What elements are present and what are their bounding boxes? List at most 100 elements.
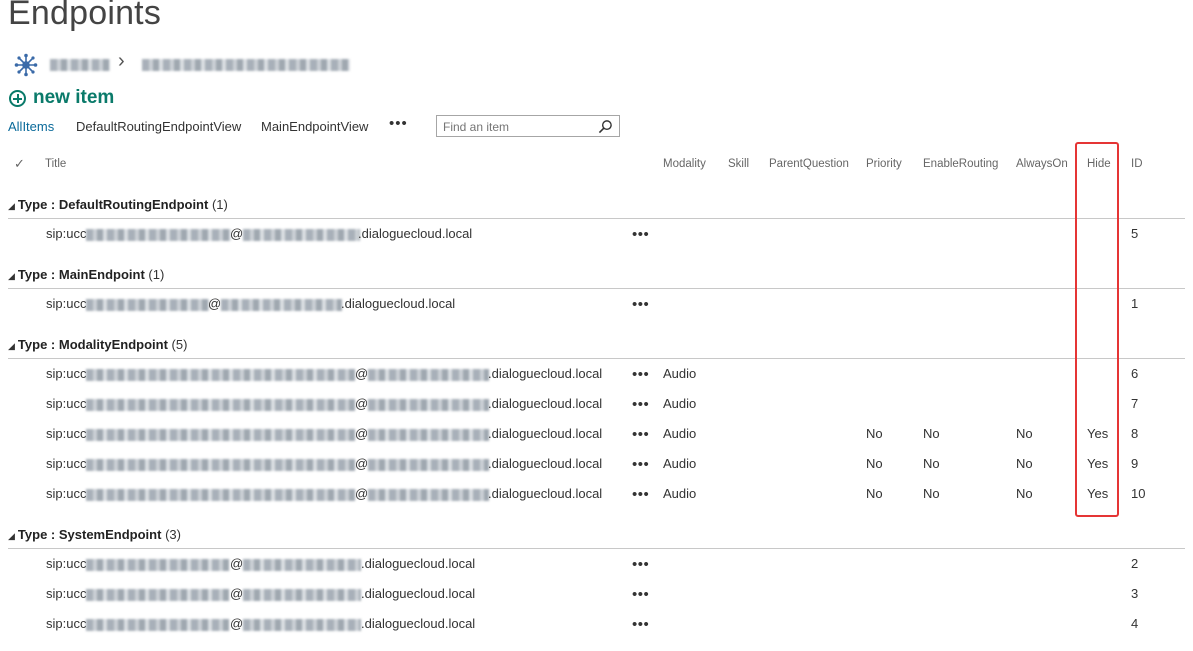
redacted-host — [243, 589, 361, 601]
cell-modality: Audio — [663, 396, 697, 411]
group-count: (1) — [148, 267, 165, 282]
group-label: Type : — [17, 267, 59, 282]
view-all-items[interactable]: AllItems — [8, 119, 54, 134]
redacted-user — [86, 399, 355, 411]
column-header-parent-question[interactable]: ParentQuestion — [769, 158, 849, 170]
domain: .dialoguecloud.local — [488, 486, 603, 501]
row-title[interactable]: sip:ucc — [46, 426, 86, 441]
select-all-checkmark-icon[interactable]: ✓ — [14, 156, 25, 172]
cell-id: 2 — [1131, 556, 1139, 571]
row-actions-button[interactable]: ••• — [632, 426, 649, 443]
group-divider — [8, 218, 1185, 219]
collapse-triangle-icon: ◢ — [8, 341, 15, 351]
at-sign: @ — [355, 426, 369, 441]
sip-prefix: sip:ucc — [46, 486, 87, 501]
at-sign: @ — [208, 296, 222, 311]
group-header-modality[interactable]: ◢ Type : ModalityEndpoint (5) — [8, 337, 187, 352]
redacted-host — [368, 489, 489, 501]
breadcrumb-page-redacted[interactable] — [142, 59, 350, 71]
column-header-id[interactable]: ID — [1131, 158, 1143, 170]
group-header-default-routing[interactable]: ◢ Type : DefaultRoutingEndpoint (1) — [8, 197, 228, 212]
view-main-endpoint[interactable]: MainEndpointView — [261, 119, 368, 134]
group-header-system[interactable]: ◢ Type : SystemEndpoint (3) — [8, 527, 181, 542]
row-title[interactable]: sip:ucc — [46, 586, 86, 601]
group-name: ModalityEndpoint — [58, 337, 168, 352]
group-label: Type : — [17, 527, 59, 542]
page-title: Endpoints — [8, 0, 162, 32]
at-sign: @ — [230, 616, 244, 631]
domain: .dialoguecloud.local — [488, 456, 603, 471]
at-sign: @ — [355, 396, 369, 411]
redacted-host — [368, 459, 489, 471]
cell-id: 7 — [1131, 396, 1139, 411]
row-title[interactable]: sip:ucc — [46, 226, 86, 241]
group-divider — [8, 288, 1185, 289]
redacted-host — [368, 429, 489, 441]
search-input[interactable] — [441, 117, 595, 137]
sip-prefix: sip:ucc — [46, 556, 87, 571]
row-actions-button[interactable]: ••• — [632, 226, 649, 243]
cell-always-on: No — [1016, 456, 1033, 471]
redacted-host — [243, 619, 361, 631]
redacted-user — [86, 489, 355, 501]
cell-enable-routing: No — [923, 456, 940, 471]
row-actions-button[interactable]: ••• — [632, 486, 649, 503]
column-header-title[interactable]: Title — [45, 158, 66, 170]
row-actions-button[interactable]: ••• — [632, 296, 649, 313]
redacted-user — [86, 459, 355, 471]
column-header-always-on[interactable]: AlwaysOn — [1016, 158, 1068, 170]
column-header-priority[interactable]: Priority — [866, 158, 902, 170]
cell-id: 6 — [1131, 366, 1139, 381]
domain: .dialoguecloud.local — [361, 556, 476, 571]
at-sign: @ — [355, 486, 369, 501]
group-header-main[interactable]: ◢ Type : MainEndpoint (1) — [8, 267, 164, 282]
cell-id: 9 — [1131, 456, 1139, 471]
cell-id: 1 — [1131, 296, 1139, 311]
sip-prefix: sip:ucc — [46, 456, 87, 471]
domain: .dialoguecloud.local — [488, 396, 603, 411]
redacted-host — [221, 299, 342, 311]
column-header-modality[interactable]: Modality — [663, 158, 706, 170]
row-title[interactable]: sip:ucc — [46, 396, 86, 411]
row-actions-button[interactable]: ••• — [632, 556, 649, 573]
cell-always-on: No — [1016, 426, 1033, 441]
row-actions-button[interactable]: ••• — [632, 366, 649, 383]
sip-prefix: sip:ucc — [46, 586, 87, 601]
cell-priority: No — [866, 426, 883, 441]
domain: .dialoguecloud.local — [488, 366, 603, 381]
column-header-skill[interactable]: Skill — [728, 158, 749, 170]
cell-id: 3 — [1131, 586, 1139, 601]
row-title[interactable]: sip:ucc — [46, 366, 86, 381]
view-default-routing-endpoint[interactable]: DefaultRoutingEndpointView — [76, 119, 241, 134]
row-actions-button[interactable]: ••• — [632, 396, 649, 413]
column-header-enable-routing[interactable]: EnableRouting — [923, 158, 998, 170]
group-count: (5) — [171, 337, 188, 352]
row-title[interactable]: sip:ucc — [46, 456, 86, 471]
cell-always-on: No — [1016, 486, 1033, 501]
domain: .dialoguecloud.local — [488, 426, 603, 441]
search-icon[interactable] — [598, 119, 613, 134]
row-title[interactable]: sip:ucc — [46, 616, 86, 631]
at-sign: @ — [230, 556, 244, 571]
hide-column-highlight-box — [1075, 142, 1119, 517]
row-actions-button[interactable]: ••• — [632, 456, 649, 473]
collapse-triangle-icon: ◢ — [8, 271, 15, 281]
sip-prefix: sip:ucc — [46, 296, 87, 311]
search-box — [436, 115, 620, 137]
row-actions-button[interactable]: ••• — [632, 616, 649, 633]
redacted-host — [368, 369, 489, 381]
more-views-button[interactable]: ••• — [389, 115, 408, 132]
new-item-button[interactable]: new item — [9, 87, 114, 109]
cell-id: 8 — [1131, 426, 1139, 441]
cell-modality: Audio — [663, 366, 697, 381]
row-title[interactable]: sip:ucc — [46, 486, 86, 501]
redacted-user — [86, 229, 231, 241]
row-actions-button[interactable]: ••• — [632, 586, 649, 603]
cell-id: 5 — [1131, 226, 1139, 241]
cell-modality: Audio — [663, 456, 697, 471]
row-title[interactable]: sip:ucc — [46, 296, 86, 311]
new-item-label: new item — [33, 87, 115, 108]
breadcrumb-site-redacted[interactable] — [50, 59, 110, 71]
row-title[interactable]: sip:ucc — [46, 556, 86, 571]
group-divider — [8, 548, 1185, 549]
